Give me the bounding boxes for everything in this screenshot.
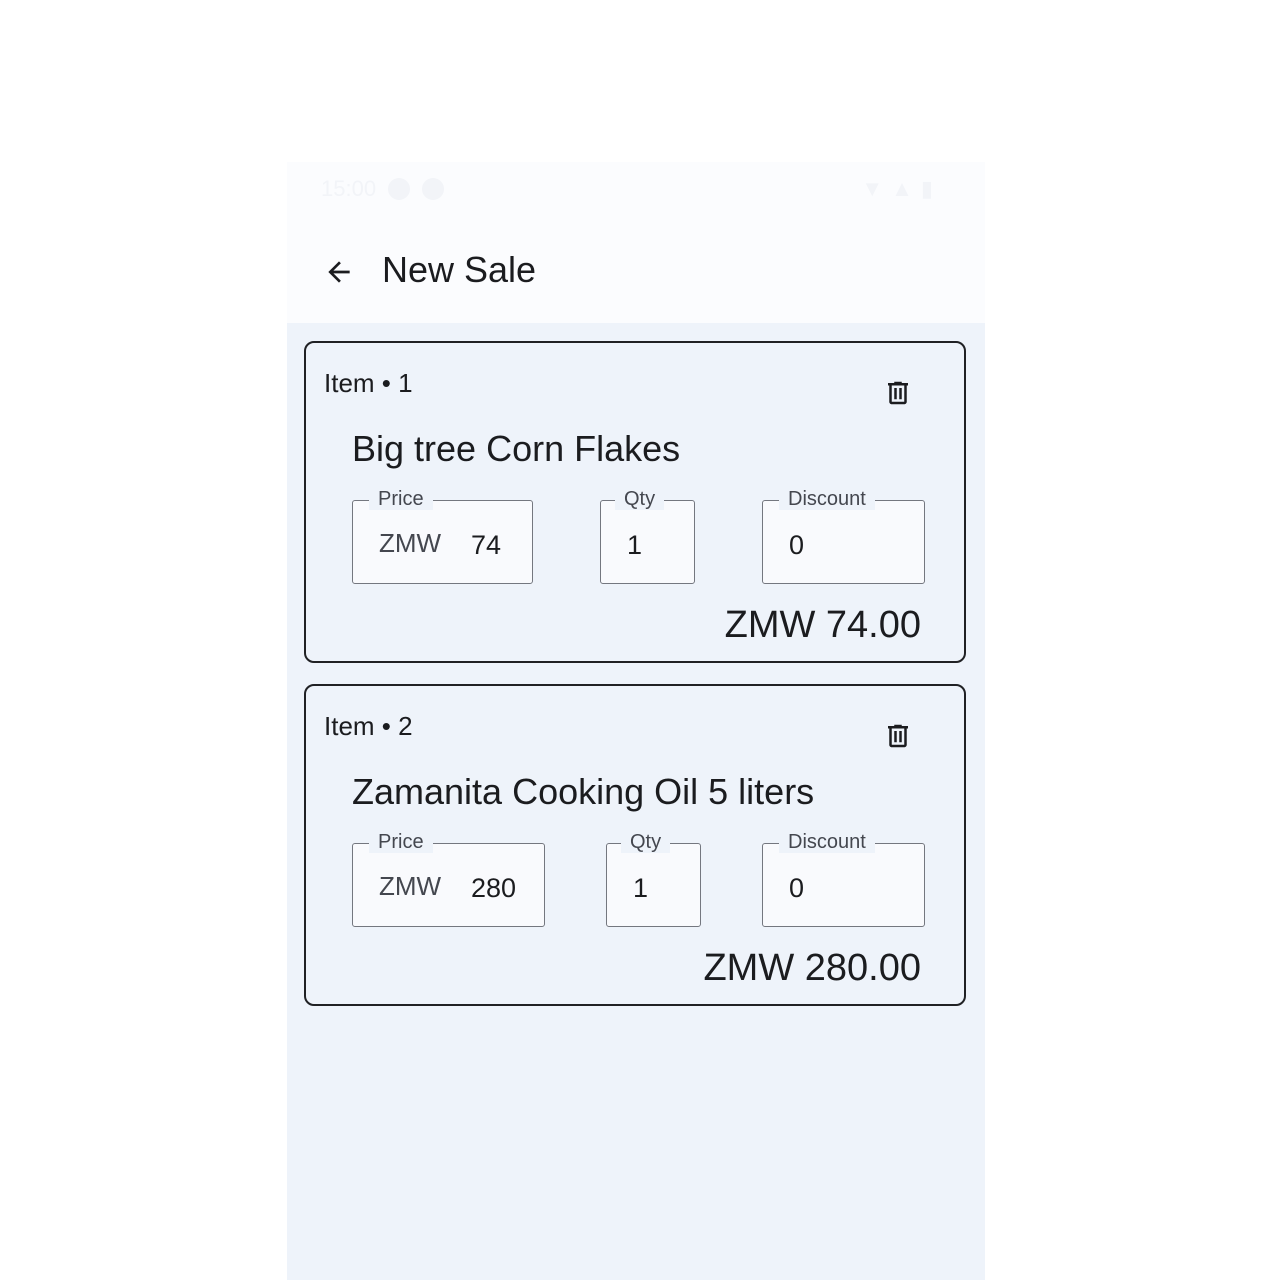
discount-label: Discount <box>779 831 875 853</box>
discount-field[interactable]: Discount 0 <box>762 488 925 584</box>
notification-icon <box>388 178 411 200</box>
currency-prefix: ZMW <box>379 871 442 901</box>
sale-item-card: Item • 1 Big tree Corn Flakes Price ZMW … <box>304 341 966 663</box>
item-label: Item • 2 <box>324 711 413 741</box>
qty-input[interactable]: 1 <box>627 529 642 561</box>
wifi-icon: ▼ <box>861 176 884 201</box>
product-name: Big tree Corn Flakes <box>352 428 681 469</box>
item-label: Item • 1 <box>324 368 413 398</box>
currency-prefix: ZMW <box>379 528 442 558</box>
price-field[interactable]: Price ZMW 280 <box>352 831 545 927</box>
trash-icon <box>888 724 908 748</box>
price-label: Price <box>369 831 433 853</box>
price-field[interactable]: Price ZMW 74 <box>352 488 533 584</box>
status-left: 15:00 <box>321 176 445 202</box>
price-input[interactable]: 280 <box>471 872 516 904</box>
discount-label: Discount <box>779 488 875 510</box>
delete-item-button[interactable] <box>881 719 915 753</box>
line-total: ZMW 280.00 <box>703 947 921 989</box>
price-input[interactable]: 74 <box>471 529 501 561</box>
qty-input[interactable]: 1 <box>633 872 648 904</box>
discount-field[interactable]: Discount 0 <box>762 831 925 927</box>
status-time: 15:00 <box>321 176 377 201</box>
phone-screen: 15:00 ▼ ▲ ▮ New Sale Item • 1 Big tree C… <box>287 162 985 1280</box>
message-icon <box>422 178 445 200</box>
qty-label: Qty <box>621 831 671 853</box>
qty-label: Qty <box>615 488 665 510</box>
discount-input[interactable]: 0 <box>789 529 804 561</box>
sale-item-card: Item • 2 Zamanita Cooking Oil 5 liters P… <box>304 684 966 1006</box>
trash-icon <box>888 381 908 405</box>
status-right: ▼ ▲ ▮ <box>861 176 933 202</box>
product-name: Zamanita Cooking Oil 5 liters <box>352 771 815 812</box>
page-title: New Sale <box>382 249 537 290</box>
qty-field[interactable]: Qty 1 <box>600 488 695 584</box>
qty-field[interactable]: Qty 1 <box>606 831 701 927</box>
back-button[interactable] <box>317 250 361 294</box>
delete-item-button[interactable] <box>881 376 915 410</box>
discount-input[interactable]: 0 <box>789 872 804 904</box>
app-bar: New Sale <box>287 222 985 323</box>
battery-icon: ▮ <box>920 176 933 201</box>
status-bar: 15:00 ▼ ▲ ▮ <box>287 162 985 222</box>
arrow-left-icon <box>328 261 350 283</box>
line-total: ZMW 74.00 <box>724 604 921 646</box>
price-label: Price <box>369 488 433 510</box>
signal-icon: ▲ <box>891 176 913 201</box>
